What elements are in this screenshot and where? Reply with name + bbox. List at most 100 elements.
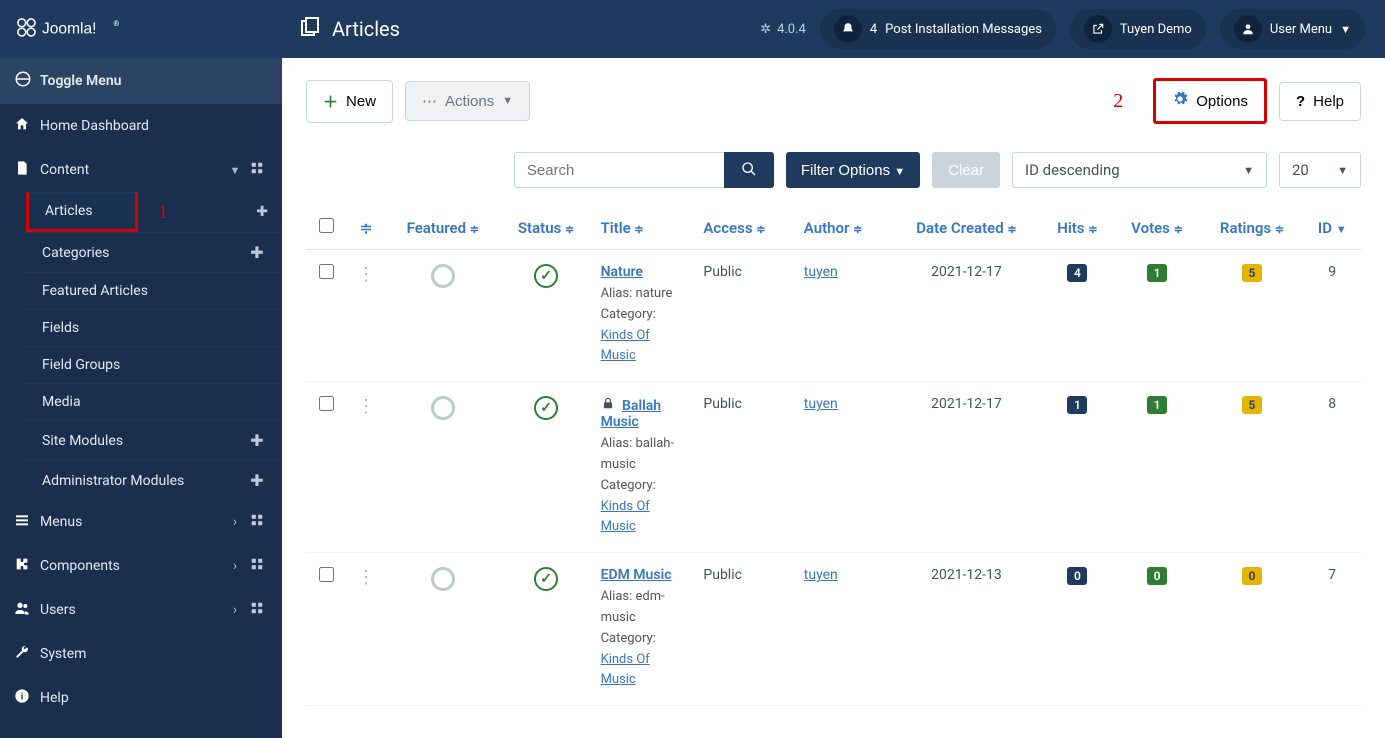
article-title-link[interactable]: EDM Music — [601, 567, 672, 583]
svg-text:Joomla!: Joomla! — [42, 21, 96, 38]
home-icon — [14, 116, 40, 136]
new-button[interactable]: ＋ New — [306, 80, 393, 123]
category-link[interactable]: Kinds Of Music — [601, 652, 650, 688]
author-link[interactable]: tuyen — [804, 396, 838, 412]
page-title-area: Articles — [282, 17, 760, 42]
drag-handle[interactable]: ⋮ — [357, 567, 375, 588]
article-title-link[interactable]: Nature — [601, 264, 643, 280]
bell-icon — [834, 15, 862, 43]
search-group — [514, 152, 774, 188]
chevron-right-icon: › — [224, 514, 246, 530]
joomla-mark-icon: ✲ — [760, 22, 771, 37]
clear-button[interactable]: Clear — [932, 152, 1000, 188]
row-checkbox[interactable] — [319, 567, 334, 582]
svg-text:®: ® — [114, 20, 120, 28]
articles-icon — [300, 17, 320, 42]
sidebar-item-menus[interactable]: Menus › — [0, 500, 282, 544]
search-button[interactable] — [724, 152, 774, 188]
sidebar-item-users[interactable]: Users › — [0, 588, 282, 632]
help-button[interactable]: ? Help — [1279, 82, 1361, 121]
article-meta: Alias: natureCategory: Kinds Of Music — [601, 284, 688, 367]
col-status[interactable]: Status ≑ — [500, 206, 593, 250]
col-title[interactable]: Title ≑ — [593, 206, 696, 250]
brand-logo[interactable]: Joomla! ® — [0, 0, 282, 58]
status-toggle[interactable]: ✓ — [534, 396, 558, 420]
chevron-down-icon: ▼ — [502, 95, 513, 107]
ellipsis-icon: ⋯ — [422, 92, 437, 110]
sidebar-item-site-modules[interactable]: Site Modules ✚ — [26, 420, 282, 460]
featured-toggle[interactable] — [431, 567, 455, 591]
id-cell: 8 — [1303, 382, 1361, 553]
topbar: Joomla! ® Articles ✲ 4.0.4 4 Post Instal… — [0, 0, 1385, 58]
actions-button[interactable]: ⋯ Actions ▼ — [405, 81, 530, 121]
sidebar-item-fields[interactable]: Fields — [26, 309, 282, 346]
author-link[interactable]: tuyen — [804, 567, 838, 583]
featured-toggle[interactable] — [431, 264, 455, 288]
sidebar-item-components[interactable]: Components › — [0, 544, 282, 588]
category-label: Category: — [601, 307, 656, 322]
status-toggle[interactable]: ✓ — [534, 264, 558, 288]
site-preview-button[interactable]: Tuyen Demo — [1070, 9, 1206, 49]
toolbar: ＋ New ⋯ Actions ▼ 2 Options ? Help — [306, 78, 1361, 124]
col-date[interactable]: Date Created ≑ — [892, 206, 1042, 250]
sidebar-item-home[interactable]: Home Dashboard — [0, 104, 282, 148]
drag-handle[interactable]: ⋮ — [357, 396, 375, 417]
col-ratings[interactable]: Ratings ≑ — [1201, 206, 1304, 250]
grid-icon[interactable] — [246, 513, 268, 531]
user-menu-button[interactable]: User Menu ▼ — [1220, 9, 1365, 49]
limit-select[interactable]: 20 ▼ — [1279, 152, 1361, 188]
ratings-badge: 5 — [1242, 264, 1262, 282]
author-link[interactable]: tuyen — [804, 264, 838, 280]
col-order[interactable]: ≑ — [346, 206, 386, 250]
row-checkbox[interactable] — [319, 264, 334, 279]
table-row: ⋮✓EDM MusicAlias: edm-musicCategory: Kin… — [306, 553, 1361, 706]
post-install-button[interactable]: 4 Post Installation Messages — [820, 9, 1056, 49]
add-admin-module-button[interactable]: ✚ — [246, 471, 268, 490]
sort-select[interactable]: ID descending ▼ — [1012, 152, 1267, 188]
version-badge[interactable]: ✲ 4.0.4 — [760, 22, 806, 37]
col-id[interactable]: ID ▼ — [1303, 206, 1361, 250]
sidebar-item-help[interactable]: i Help — [0, 676, 282, 720]
select-all-checkbox[interactable] — [319, 218, 334, 233]
topbar-right: ✲ 4.0.4 4 Post Installation Messages Tuy… — [760, 9, 1385, 49]
col-votes[interactable]: Votes ≑ — [1114, 206, 1201, 250]
row-checkbox[interactable] — [319, 396, 334, 411]
ratings-badge: 0 — [1242, 567, 1262, 585]
col-featured[interactable]: Featured ≑ — [386, 206, 500, 250]
col-access[interactable]: Access ≑ — [695, 206, 795, 250]
add-category-button[interactable]: ✚ — [246, 243, 268, 262]
filter-options-button[interactable]: Filter Options ▼ — [786, 152, 920, 188]
add-site-module-button[interactable]: ✚ — [246, 431, 268, 450]
alias-label: Alias: — [601, 436, 636, 451]
sidebar-item-categories[interactable]: Categories ✚ — [26, 232, 282, 272]
category-link[interactable]: Kinds Of Music — [601, 328, 650, 364]
grid-icon[interactable] — [246, 557, 268, 575]
chevron-right-icon: › — [224, 558, 246, 574]
sidebar-item-featured[interactable]: Featured Articles — [26, 272, 282, 309]
category-link[interactable]: Kinds Of Music — [601, 499, 650, 535]
sidebar-item-system[interactable]: System — [0, 632, 282, 676]
search-input[interactable] — [514, 152, 724, 188]
drag-handle[interactable]: ⋮ — [357, 264, 375, 285]
sort-icon: ≑ — [360, 219, 373, 237]
col-author[interactable]: Author ≑ — [796, 206, 892, 250]
status-toggle[interactable]: ✓ — [534, 567, 558, 591]
sidebar-item-admin-modules[interactable]: Administrator Modules ✚ — [26, 460, 282, 500]
options-button[interactable]: Options — [1156, 81, 1264, 121]
sidebar-item-content[interactable]: Content ▼ — [0, 148, 282, 192]
grid-icon[interactable] — [246, 601, 268, 619]
hits-badge: 1 — [1067, 396, 1087, 414]
sidebar-item-field-groups[interactable]: Field Groups — [26, 346, 282, 383]
sidebar-item-articles[interactable]: Articles — [26, 192, 138, 232]
date-cell: 2021-12-13 — [892, 553, 1042, 706]
toggle-menu-button[interactable]: Toggle Menu — [0, 58, 282, 104]
votes-badge: 0 — [1147, 567, 1167, 585]
sidebar-item-media[interactable]: Media — [26, 383, 282, 420]
date-cell: 2021-12-17 — [892, 250, 1042, 382]
featured-toggle[interactable] — [431, 396, 455, 420]
grid-icon[interactable] — [246, 161, 268, 179]
articles-table: ≑ Featured ≑ Status ≑ Title ≑ Access ≑ A… — [306, 206, 1361, 706]
col-hits[interactable]: Hits ≑ — [1041, 206, 1113, 250]
add-article-button[interactable]: ✚ — [256, 204, 282, 220]
category-label: Category: — [601, 478, 656, 493]
